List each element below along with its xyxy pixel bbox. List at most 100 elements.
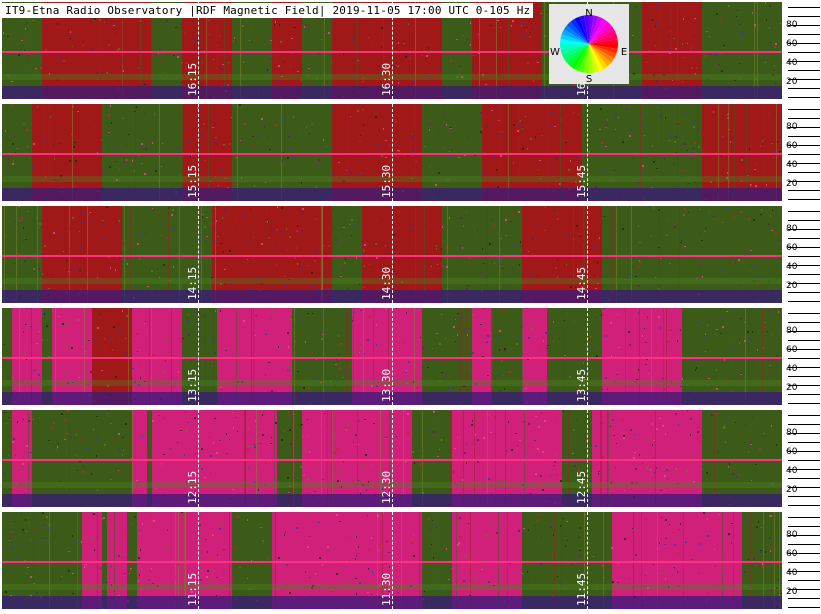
scale-tick-label: 80 <box>786 530 798 540</box>
frequency-scale: 80 60 40 20 <box>784 206 820 303</box>
frequency-scale: 80 60 40 20 <box>784 104 820 201</box>
scale-tick-label: 80 <box>786 428 798 438</box>
time-label: 15:15 <box>186 164 199 198</box>
scale-tick-label: 40 <box>786 58 798 68</box>
scale-gridline <box>788 517 820 518</box>
scale-gridline <box>788 256 820 257</box>
time-label: 14:45 <box>575 266 588 300</box>
scale-tick-label: 80 <box>786 122 798 132</box>
scale-gridline <box>788 136 820 137</box>
scale-tick-label: 40 <box>786 364 798 374</box>
scale-gridline <box>788 544 820 545</box>
time-label: 11:30 <box>380 572 393 606</box>
scale-tick-label: 60 <box>786 39 798 49</box>
scale-tick-label: 80 <box>786 326 798 336</box>
scale-gridline <box>788 313 820 314</box>
scale-gridline <box>788 52 820 53</box>
scale-gridline <box>788 322 820 323</box>
time-label: 12:15 <box>186 470 199 504</box>
scale-gridline <box>788 292 820 293</box>
scale-tick-label: 60 <box>786 549 798 559</box>
scale-gridline <box>788 301 820 302</box>
time-label: 14:15 <box>186 266 199 300</box>
scale-gridline <box>788 220 820 221</box>
time-label: 14:30 <box>380 266 393 300</box>
time-label: 13:30 <box>380 368 393 402</box>
time-label: 11:15 <box>186 572 199 606</box>
frequency-scale: 80 60 40 20 <box>784 512 820 609</box>
scale-gridline <box>788 238 820 239</box>
scale-gridline <box>788 496 820 497</box>
scale-gridline <box>788 16 820 17</box>
scale-gridline <box>788 424 820 425</box>
scale-gridline <box>788 109 820 110</box>
scale-gridline <box>788 88 820 89</box>
spectrogram-strip: 12:15 12:30 12:45 <box>2 410 782 507</box>
time-label: 15:30 <box>380 164 393 198</box>
scale-gridline <box>788 562 820 563</box>
scale-gridline <box>788 340 820 341</box>
time-label: 13:45 <box>575 368 588 402</box>
scale-gridline <box>788 526 820 527</box>
scale-tick-label: 60 <box>786 447 798 457</box>
scale-gridline <box>788 199 820 200</box>
spectrogram-strip: 15:15 15:30 15:45 <box>2 104 782 201</box>
scale-gridline <box>788 172 820 173</box>
scale-gridline <box>788 358 820 359</box>
scale-gridline <box>788 190 820 191</box>
scale-tick-label: 40 <box>786 568 798 578</box>
scale-gridline <box>788 607 820 608</box>
scale-gridline <box>788 442 820 443</box>
scale-tick-label: 20 <box>786 281 798 291</box>
scale-tick-label: 60 <box>786 345 798 355</box>
scale-gridline <box>788 70 820 71</box>
scale-gridline <box>788 7 820 8</box>
scale-gridline <box>788 403 820 404</box>
frequency-scale: 80 60 40 20 <box>784 308 820 405</box>
scale-gridline <box>788 118 820 119</box>
spectrogram-strip: 13:15 13:30 13:45 <box>2 308 782 405</box>
compass-n-label: N <box>585 8 592 19</box>
scale-gridline <box>788 478 820 479</box>
scale-gridline <box>788 376 820 377</box>
compass-rose-icon: N S E W <box>549 4 629 85</box>
frequency-scale: 80 60 40 20 <box>784 410 820 507</box>
scale-tick-label: 20 <box>786 77 798 87</box>
spectrogram-strip: 14:15 14:30 14:45 <box>2 206 782 303</box>
scale-tick-label: 80 <box>786 20 798 30</box>
spectrogram-strip: 11:15 11:30 11:45 <box>2 512 782 609</box>
scale-gridline <box>788 598 820 599</box>
time-label: 13:15 <box>186 368 199 402</box>
scale-gridline <box>788 460 820 461</box>
scale-gridline <box>788 505 820 506</box>
scale-tick-label: 20 <box>786 485 798 495</box>
time-label: 16:30 <box>380 62 393 96</box>
scale-gridline <box>788 154 820 155</box>
compass-w-label: W <box>550 47 560 58</box>
compass-e-label: E <box>621 47 627 58</box>
spectrogram-display: 16:15 16:30 16: 80 60 40 20 15:15 15:30 15:45 80 60… <box>0 0 821 614</box>
time-label: 16:15 <box>186 62 199 96</box>
scale-gridline <box>788 274 820 275</box>
scale-tick-label: 40 <box>786 262 798 272</box>
scale-gridline <box>788 97 820 98</box>
scale-tick-label: 20 <box>786 587 798 597</box>
time-label: 15:45 <box>575 164 588 198</box>
scale-tick-label: 20 <box>786 383 798 393</box>
frequency-scale: 80 60 40 20 <box>784 2 820 99</box>
scale-tick-label: 20 <box>786 179 798 189</box>
scale-tick-label: 40 <box>786 160 798 170</box>
scale-gridline <box>788 394 820 395</box>
scale-tick-label: 60 <box>786 243 798 253</box>
scale-gridline <box>788 211 820 212</box>
page-title: IT9-Etna Radio Observatory |RDF Magnetic… <box>2 3 534 18</box>
scale-tick-label: 60 <box>786 141 798 151</box>
scale-tick-label: 40 <box>786 466 798 476</box>
scale-tick-label: 80 <box>786 224 798 234</box>
scale-gridline <box>788 580 820 581</box>
time-label: 11:45 <box>575 572 588 606</box>
time-label: 12:45 <box>575 470 588 504</box>
scale-gridline <box>788 415 820 416</box>
time-label: 12:30 <box>380 470 393 504</box>
compass-wheel-icon: N S E W <box>550 8 627 85</box>
